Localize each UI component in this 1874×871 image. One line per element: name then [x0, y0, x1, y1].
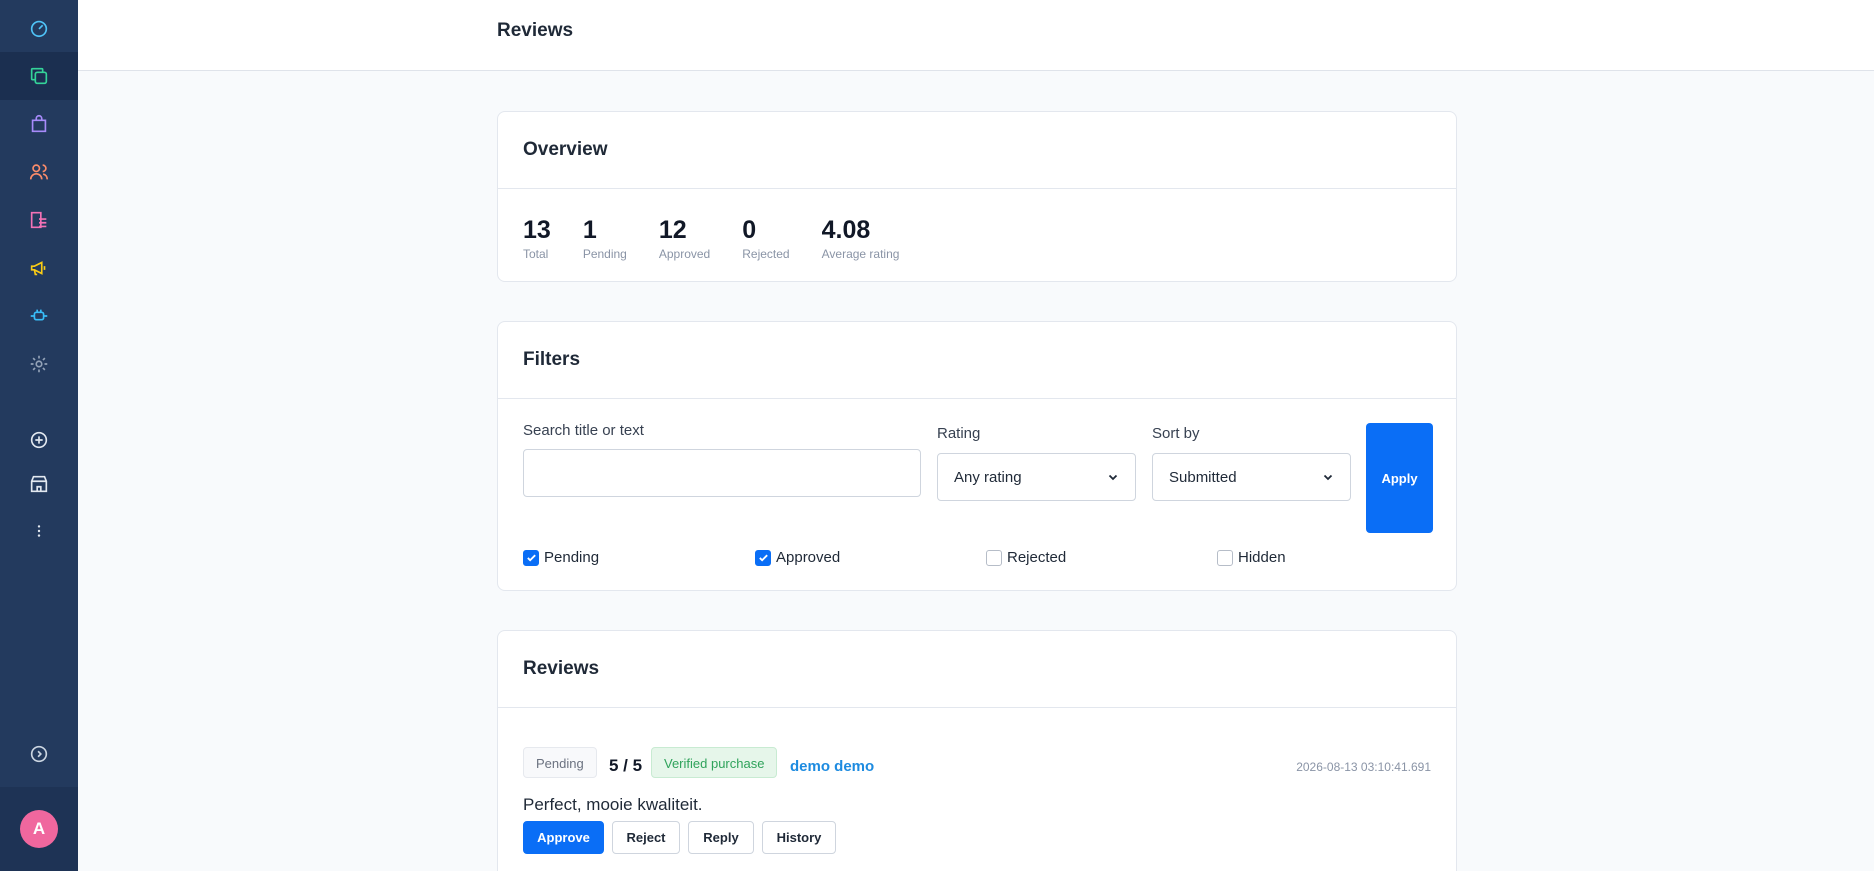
stat-label: Rejected [742, 247, 790, 261]
stat-label: Approved [658, 247, 711, 261]
review-author-link[interactable]: demo demo [790, 758, 874, 775]
rating-label: Rating [937, 425, 981, 442]
nav-store[interactable] [0, 460, 78, 508]
nav-settings[interactable] [0, 340, 78, 388]
checkbox-unchecked[interactable] [986, 549, 1002, 566]
verified-badge: Verified purchase [651, 747, 778, 778]
store-icon [30, 475, 48, 493]
review-date: 2026-08-13 03:10:41.691 [1296, 760, 1431, 774]
filters-title: Filters [523, 349, 581, 370]
nav-content[interactable] [0, 196, 78, 244]
approve-button[interactable]: Approve [523, 821, 604, 854]
status-filter-pending[interactable]: Pending [523, 549, 599, 566]
stat-rejected: 0 Rejected [742, 215, 789, 261]
avatar[interactable]: A [20, 810, 58, 848]
checkbox-checked[interactable] [523, 549, 539, 566]
search-input[interactable] [523, 449, 921, 497]
sort-label: Sort by [1152, 425, 1200, 442]
review-text: Perfect, mooie kwaliteit. [523, 795, 703, 814]
stat-label: Total [523, 247, 549, 261]
plug-icon [30, 309, 48, 321]
checkmark-icon [758, 554, 768, 562]
users-icon [29, 164, 49, 180]
sidebar: A [0, 0, 78, 871]
stat-total: 13 Total [523, 215, 551, 261]
checkbox-label: Rejected [1007, 549, 1067, 566]
topbar: Reviews [78, 0, 1874, 71]
overview-header: Overview [498, 112, 1456, 189]
stat-value: 13 [523, 216, 551, 244]
checkbox-label: Pending [544, 549, 600, 566]
sidebar-footer: A [0, 787, 78, 871]
stats-row: 13 Total 1 Pending 12 Approved 0 Rejecte… [498, 189, 1456, 261]
checkbox-unchecked[interactable] [1217, 549, 1233, 566]
filters-body: Search title or text Rating Any rating S… [498, 399, 1456, 589]
history-button[interactable]: History [762, 821, 836, 854]
nav-dashboard[interactable] [0, 4, 78, 52]
reviews-header: Reviews [498, 631, 1456, 708]
reviews-title: Reviews [523, 658, 600, 679]
reply-button[interactable]: Reply [688, 821, 754, 854]
status-filter-hidden[interactable]: Hidden [1217, 549, 1286, 566]
apply-button[interactable]: Apply [1366, 423, 1433, 533]
status-badge: Pending [523, 747, 597, 778]
sort-select[interactable]: Submitted [1152, 453, 1351, 501]
nav-catalog[interactable] [0, 52, 78, 100]
megaphone-icon [30, 261, 46, 276]
more-vertical-icon [37, 525, 41, 537]
nav-orders[interactable] [0, 100, 78, 148]
expand-icon [30, 745, 48, 763]
stat-approved: 12 Approved [659, 215, 710, 261]
overview-title: Overview [523, 139, 608, 160]
nav-more[interactable] [0, 507, 78, 555]
checkbox-label: Hidden [1238, 549, 1286, 566]
reviews-card: Reviews Pending 5 / 5 Verified purchase … [497, 630, 1457, 871]
stat-label: Pending [582, 247, 627, 261]
checkbox-checked[interactable] [755, 549, 771, 566]
plus-circle-icon [30, 431, 48, 449]
reject-button[interactable]: Reject [612, 821, 680, 854]
chevron-down-icon [1323, 474, 1333, 481]
stat-label: Average rating [821, 247, 900, 261]
stat-average-rating: 4.08 Average rating [822, 215, 900, 261]
shopping-bag-icon [31, 114, 47, 133]
review-item: Pending 5 / 5 Verified purchase demo dem… [498, 708, 1456, 871]
expand-sidebar-button[interactable] [0, 730, 78, 778]
nav-integrations[interactable] [0, 292, 78, 340]
sort-select-value: Submitted [1169, 468, 1237, 486]
rating-select[interactable]: Any rating [937, 453, 1136, 501]
overview-card: Overview 13 Total 1 Pending 12 Approved … [497, 111, 1457, 282]
stat-value: 1 [582, 216, 597, 244]
filters-card: Filters Search title or text Rating Any … [497, 321, 1457, 591]
nav-add[interactable] [0, 416, 78, 464]
nav-marketing[interactable] [0, 244, 78, 292]
stat-value: 4.08 [821, 216, 871, 244]
page-title: Reviews [497, 20, 574, 41]
review-rating: 5 / 5 [609, 756, 643, 775]
status-filter-approved[interactable]: Approved [755, 549, 840, 566]
status-filter-rejected[interactable]: Rejected [986, 549, 1066, 566]
stat-value: 12 [658, 216, 687, 244]
stat-pending: 1 Pending [583, 215, 627, 261]
gear-icon [30, 355, 48, 373]
filters-header: Filters [498, 322, 1456, 399]
nav-customers[interactable] [0, 148, 78, 196]
chevron-down-icon [1108, 474, 1118, 481]
checkbox-label: Approved [776, 549, 841, 566]
search-label: Search title or text [523, 422, 644, 439]
list-icon [30, 211, 47, 229]
copy-icon [30, 67, 48, 85]
rating-select-value: Any rating [954, 468, 1022, 486]
checkmark-icon [526, 554, 536, 562]
dashboard-icon [30, 20, 48, 38]
stat-value: 0 [742, 216, 757, 244]
